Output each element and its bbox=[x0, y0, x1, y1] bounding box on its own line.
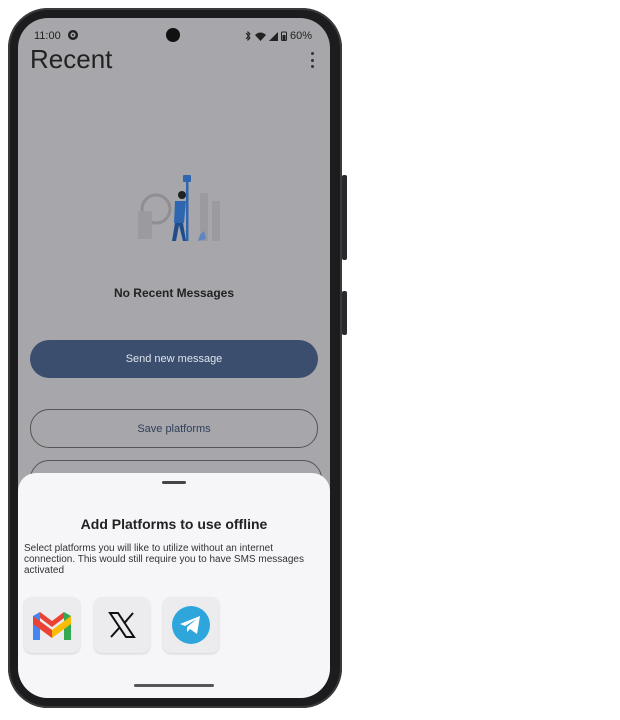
bottom-sheet: Add Platforms to use offline Select plat… bbox=[18, 473, 330, 698]
platform-gmail[interactable] bbox=[24, 597, 80, 653]
volume-button bbox=[342, 175, 347, 260]
signal-icon bbox=[268, 31, 278, 41]
bluetooth-icon bbox=[245, 31, 251, 41]
status-icons: 60% bbox=[244, 30, 312, 42]
battery-icon bbox=[280, 31, 287, 41]
front-camera bbox=[166, 28, 180, 42]
sheet-title: Add Platforms to use offline bbox=[80, 516, 268, 532]
telegram-icon bbox=[172, 606, 210, 644]
wifi-icon bbox=[254, 32, 266, 41]
notification-icon bbox=[68, 30, 78, 40]
platform-telegram[interactable] bbox=[163, 597, 219, 653]
gmail-icon bbox=[33, 612, 71, 640]
drag-handle[interactable] bbox=[162, 481, 186, 484]
home-indicator[interactable] bbox=[134, 684, 214, 687]
screen: 11:00 60% Recent No Recent Messages Send… bbox=[18, 18, 330, 698]
more-options-icon[interactable] bbox=[306, 52, 318, 68]
power-button bbox=[342, 291, 347, 335]
x-icon bbox=[108, 612, 136, 638]
status-time: 11:00 bbox=[34, 30, 61, 42]
platform-x[interactable] bbox=[94, 597, 150, 653]
sheet-description: Select platforms you will like to utiliz… bbox=[24, 543, 304, 576]
empty-state-message: No Recent Messages bbox=[113, 286, 235, 300]
save-platforms-button[interactable]: Save platforms bbox=[30, 409, 318, 448]
battery-level: 60% bbox=[289, 30, 312, 42]
page-title: Recent bbox=[30, 44, 113, 74]
empty-state-illustration bbox=[138, 175, 220, 241]
send-new-message-button[interactable]: Send new message bbox=[30, 340, 318, 378]
